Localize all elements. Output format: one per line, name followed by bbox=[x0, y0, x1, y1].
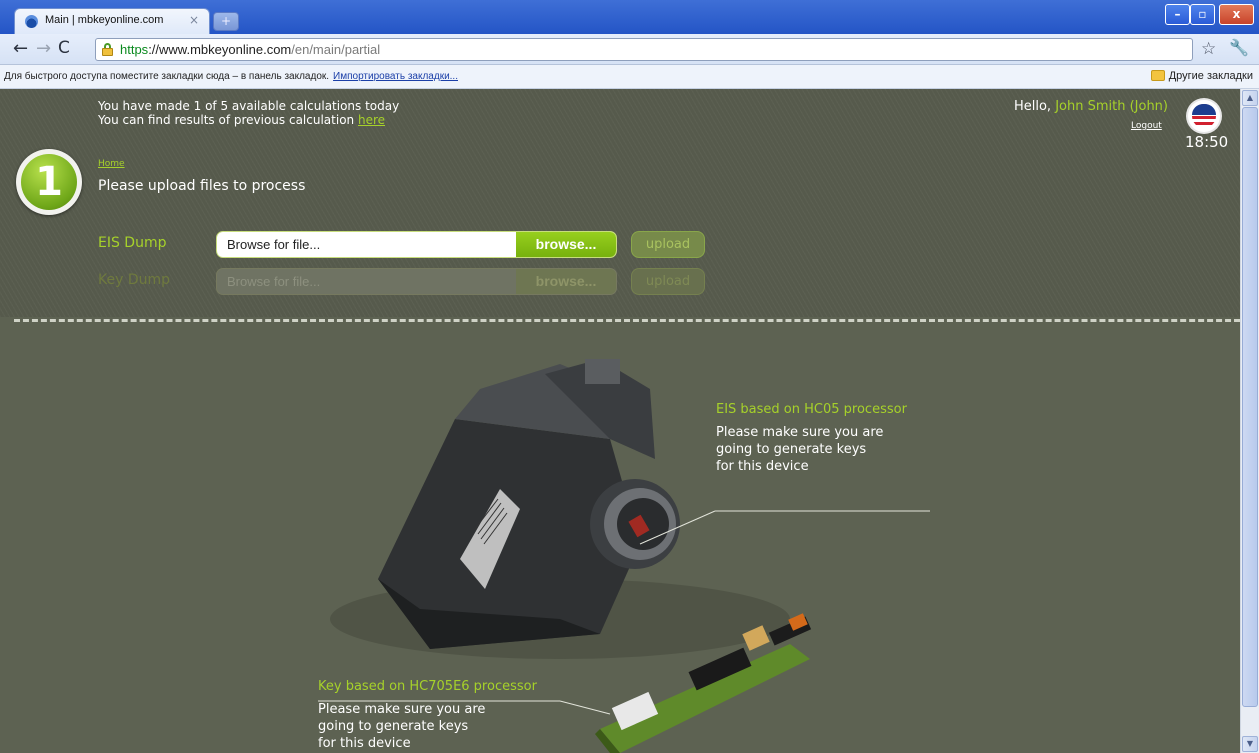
url-text[interactable]: https://www.mbkeyonline.com/en/main/part… bbox=[120, 42, 380, 57]
lock-icon bbox=[102, 43, 113, 56]
key-callout-title: Key based on HC705E6 processor bbox=[318, 679, 537, 694]
minimize-button[interactable]: – bbox=[1165, 4, 1190, 25]
eis-callout-line2: going to generate keys bbox=[716, 442, 867, 457]
key-pcb bbox=[600, 644, 810, 753]
reload-icon[interactable]: C bbox=[58, 38, 70, 58]
close-window-button[interactable]: x bbox=[1219, 4, 1254, 25]
other-bookmarks[interactable]: Другие закладки bbox=[1150, 70, 1253, 82]
eis-callout: EIS based on HC05 processor Please make … bbox=[716, 401, 907, 475]
scroll-up-arrow-icon[interactable]: ▲ bbox=[1242, 90, 1258, 106]
page-content: You have made 1 of 5 available calculati… bbox=[0, 89, 1240, 753]
scroll-thumb[interactable] bbox=[1242, 107, 1258, 707]
eis-callout-line3: for this device bbox=[716, 459, 809, 474]
tab-title: Main | mbkeyonline.com bbox=[45, 14, 164, 26]
scroll-down-arrow-icon[interactable]: ▼ bbox=[1242, 736, 1258, 752]
vertical-scrollbar[interactable]: ▲ ▼ bbox=[1240, 89, 1259, 753]
tab-close-icon[interactable]: × bbox=[189, 13, 199, 27]
eis-callout-title: EIS based on HC05 processor bbox=[716, 402, 907, 417]
maximize-button[interactable]: ▫ bbox=[1190, 4, 1215, 25]
key-callout-line2: going to generate keys bbox=[318, 719, 469, 734]
back-arrow-icon[interactable]: ← bbox=[13, 38, 28, 59]
bookmark-hint: Для быстрого доступа поместите закладки … bbox=[4, 71, 458, 82]
import-bookmarks-link[interactable]: Импортировать закладки... bbox=[333, 71, 458, 82]
device-illustration bbox=[318, 359, 930, 753]
eis-callout-line1: Please make sure you are bbox=[716, 425, 884, 440]
browser-tab[interactable]: Main | mbkeyonline.com × bbox=[14, 8, 210, 34]
key-callout-line1: Please make sure you are bbox=[318, 702, 486, 717]
wrench-icon[interactable]: 🔧 bbox=[1229, 38, 1249, 57]
forward-arrow-icon[interactable]: → bbox=[36, 38, 51, 59]
key-callout: Key based on HC705E6 processor Please ma… bbox=[318, 678, 537, 752]
browser-toolbar: ← → C https://www.mbkeyonline.com/en/mai… bbox=[0, 34, 1259, 65]
folder-icon bbox=[1150, 70, 1165, 81]
window-titlebar: Main | mbkeyonline.com × + – ▫ x bbox=[0, 0, 1259, 34]
bookmark-star-icon[interactable]: ☆ bbox=[1201, 39, 1216, 59]
bookmarks-bar: Для быстрого доступа поместите закладки … bbox=[0, 65, 1259, 89]
key-callout-line3: for this device bbox=[318, 736, 411, 751]
address-bar[interactable]: https://www.mbkeyonline.com/en/main/part… bbox=[95, 38, 1193, 61]
new-tab-button[interactable]: + bbox=[213, 12, 239, 31]
eis-connector-block bbox=[585, 359, 620, 384]
key-callout-leader bbox=[559, 700, 611, 715]
site-favicon-icon bbox=[25, 15, 38, 28]
